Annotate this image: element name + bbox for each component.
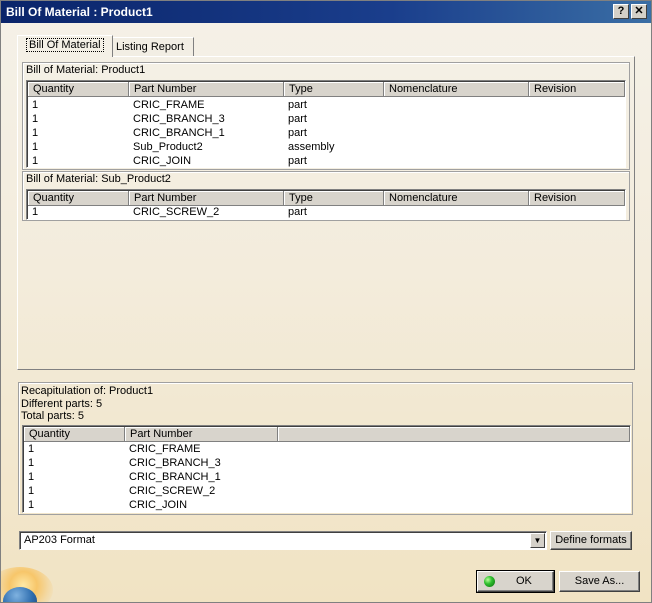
column-header-part-number[interactable]: Part Number <box>129 82 284 97</box>
type-cell: assembly <box>288 141 335 153</box>
tab-bill-of-material[interactable]: Bill Of Material <box>17 35 113 57</box>
format-select-value: AP203 Format <box>24 534 95 546</box>
part-number-cell: CRIC_BRANCH_3 <box>133 113 225 125</box>
type-cell: part <box>288 155 307 167</box>
help-button[interactable]: ? <box>613 4 629 19</box>
quantity-cell: 1 <box>32 127 39 139</box>
define-formats-button[interactable]: Define formats <box>550 531 632 550</box>
quantity-cell: 1 <box>28 443 35 455</box>
different-parts-text: Different parts: 5 <box>21 398 103 410</box>
column-header-part-number[interactable]: Part Number <box>125 427 278 442</box>
column-header-revision[interactable]: Revision <box>529 82 625 97</box>
group-title: Bill of Material: Sub_Product2 <box>26 173 171 185</box>
format-select[interactable]: AP203 Format ▼ <box>19 531 547 550</box>
column-header-part-number[interactable]: Part Number <box>129 191 284 206</box>
column-header-quantity[interactable]: Quantity <box>28 82 129 97</box>
part-number-cell: CRIC_SCREW_2 <box>133 206 220 218</box>
total-parts-text: Total parts: 5 <box>21 410 84 422</box>
bom-table-sub-product2[interactable]: Quantity Part Number Type Nomenclature R… <box>26 189 626 220</box>
part-number-cell: CRIC_JOIN <box>129 499 188 511</box>
column-header-nomenclature[interactable]: Nomenclature <box>384 82 529 97</box>
window-title: Bill Of Material : Product1 <box>6 5 153 19</box>
column-header-quantity[interactable]: Quantity <box>24 427 125 442</box>
save-as-button[interactable]: Save As... <box>559 571 640 592</box>
recap-group: Recapitulation of: Product1 Different pa… <box>18 382 633 515</box>
ok-status-icon <box>484 576 495 587</box>
bom-table-product1[interactable]: Quantity Part Number Type Nomenclature R… <box>26 80 626 168</box>
title-bar: Bill Of Material : Product1 ? ✕ <box>1 1 651 23</box>
column-header-quantity[interactable]: Quantity <box>28 191 129 206</box>
column-header-nomenclature[interactable]: Nomenclature <box>384 191 529 206</box>
column-header-type[interactable]: Type <box>284 82 384 97</box>
part-number-cell: CRIC_BRANCH_1 <box>129 471 221 483</box>
type-cell: part <box>288 206 307 218</box>
part-number-cell: CRIC_BRANCH_1 <box>133 127 225 139</box>
type-cell: part <box>288 113 307 125</box>
quantity-cell: 1 <box>32 141 39 153</box>
quantity-cell: 1 <box>32 155 39 167</box>
column-header-empty <box>278 427 630 442</box>
part-number-cell: CRIC_SCREW_2 <box>129 485 216 497</box>
tab-listing-report[interactable]: Listing Report <box>106 37 194 57</box>
chevron-down-icon[interactable]: ▼ <box>530 533 545 548</box>
group-title: Bill of Material: Product1 <box>26 64 146 76</box>
recap-title: Recapitulation of: Product1 <box>21 385 154 397</box>
column-header-revision[interactable]: Revision <box>529 191 625 206</box>
bom-tab-panel: Bill of Material: Product1 Quantity Part… <box>17 56 635 370</box>
part-number-cell: Sub_Product2 <box>133 141 203 153</box>
bom-dialog: Bill Of Material : Product1 ? ✕ Bill Of … <box>0 0 652 603</box>
part-number-cell: CRIC_JOIN <box>133 155 192 167</box>
recap-table[interactable]: Quantity Part Number 1 CRIC_FRAME 1 CRIC… <box>22 425 631 513</box>
type-cell: part <box>288 99 307 111</box>
close-icon[interactable]: ✕ <box>631 4 647 19</box>
bom-group-sub-product2: Bill of Material: Sub_Product2 Quantity … <box>22 171 630 221</box>
column-header-type[interactable]: Type <box>284 191 384 206</box>
quantity-cell: 1 <box>32 99 39 111</box>
part-number-cell: CRIC_FRAME <box>133 99 205 111</box>
part-number-cell: CRIC_BRANCH_3 <box>129 457 221 469</box>
quantity-cell: 1 <box>28 457 35 469</box>
type-cell: part <box>288 127 307 139</box>
tab-label: Listing Report <box>116 41 184 53</box>
ok-button[interactable]: OK <box>476 570 555 593</box>
quantity-cell: 1 <box>28 499 35 511</box>
quantity-cell: 1 <box>28 485 35 497</box>
tab-label: Bill Of Material <box>26 38 104 52</box>
bom-group-product1: Bill of Material: Product1 Quantity Part… <box>22 62 630 170</box>
quantity-cell: 1 <box>32 206 39 218</box>
quantity-cell: 1 <box>32 113 39 125</box>
quantity-cell: 1 <box>28 471 35 483</box>
part-number-cell: CRIC_FRAME <box>129 443 201 455</box>
ok-label: OK <box>516 575 532 587</box>
